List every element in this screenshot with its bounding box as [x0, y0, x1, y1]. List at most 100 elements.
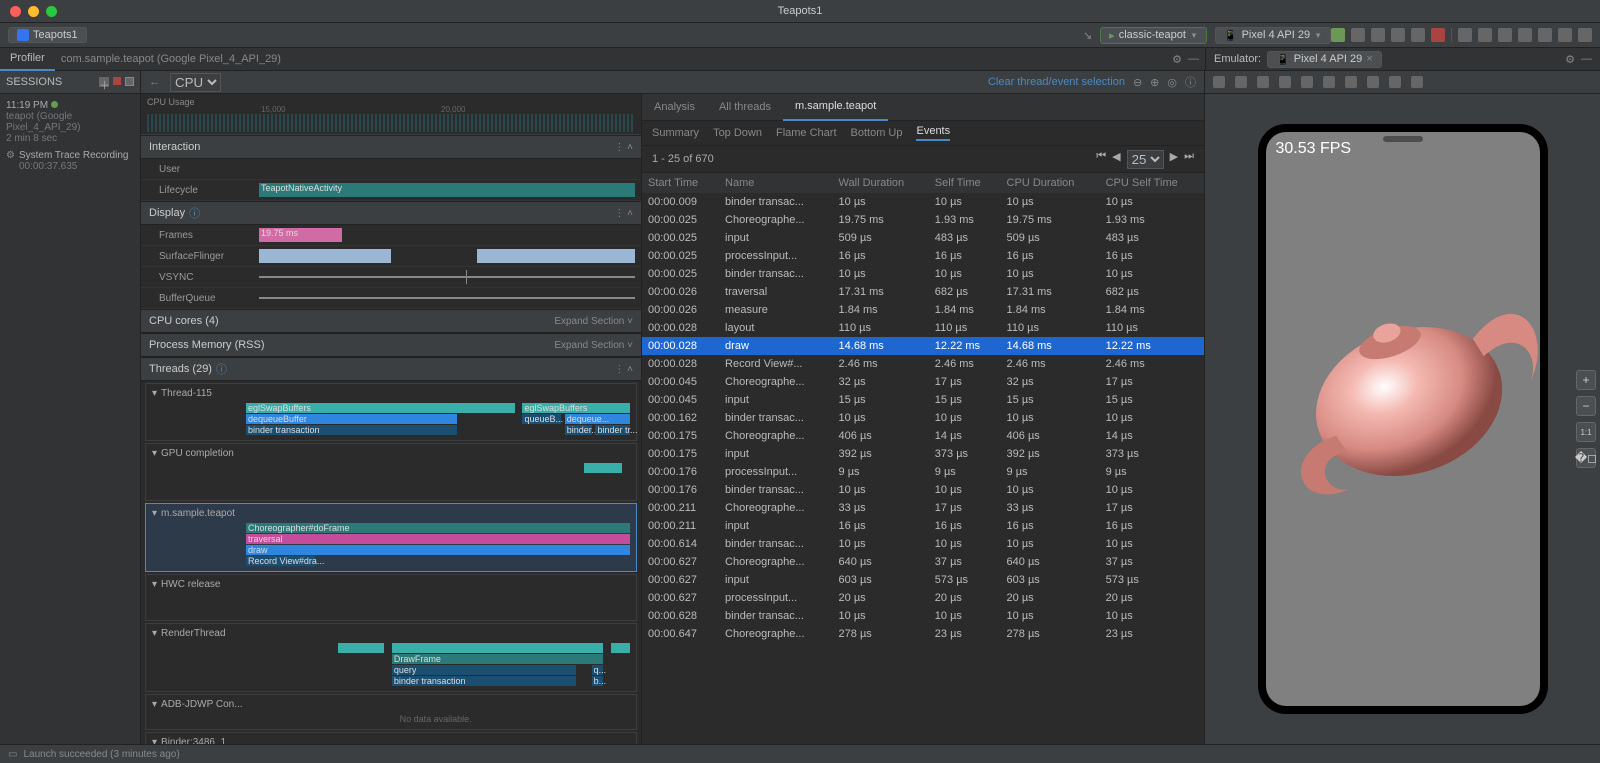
volume-down-icon[interactable]	[1257, 76, 1269, 88]
subtab-flame[interactable]: Flame Chart	[776, 127, 837, 139]
zoom-in-button[interactable]: +	[1576, 370, 1596, 390]
lane-surfaceflinger[interactable]: SurfaceFlinger	[141, 246, 641, 267]
sync-gradle-icon[interactable]	[1538, 28, 1552, 42]
interaction-header[interactable]: Interaction ⋮ ˄	[141, 135, 641, 159]
sdk-icon[interactable]	[1478, 28, 1492, 42]
window-controls[interactable]	[10, 6, 57, 17]
chevron-down-icon[interactable]: ▾	[152, 628, 157, 639]
event-row[interactable]: 00:00.025input509 µs483 µs509 µs483 µs	[642, 229, 1204, 247]
chevron-down-icon[interactable]: ▾	[152, 579, 157, 590]
close-icon[interactable]	[10, 6, 21, 17]
events-table[interactable]: Start TimeNameWall DurationSelf TimeCPU …	[642, 173, 1204, 744]
chevron-down-icon[interactable]: ▾	[152, 699, 157, 710]
cpu-cores-header[interactable]: CPU cores (4)Expand Section ˅	[141, 309, 641, 333]
zoom-out-button[interactable]: −	[1576, 396, 1596, 416]
col-header[interactable]: Name	[719, 173, 832, 193]
search-icon[interactable]	[1558, 28, 1572, 42]
lane-frames[interactable]: Frames19.75 ms	[141, 225, 641, 246]
chevron-down-icon[interactable]: ▾	[152, 737, 157, 745]
col-header[interactable]: CPU Duration	[1001, 173, 1100, 193]
zoom-out-icon[interactable]: ⊖	[1133, 76, 1142, 89]
tab-thread[interactable]: m.sample.teapot	[783, 93, 888, 121]
zoom-icon[interactable]	[46, 6, 57, 17]
profiler-tab[interactable]: Profiler	[0, 47, 55, 71]
settings-icon[interactable]	[1578, 28, 1592, 42]
threads-header[interactable]: Threads (29)ⓘ⋮ ˄	[141, 357, 641, 381]
event-row[interactable]: 00:00.025Choreographe...19.75 ms1.93 ms1…	[642, 211, 1204, 229]
event-row[interactable]: 00:00.028layout110 µs110 µs110 µs110 µs	[642, 319, 1204, 337]
back-nav-icon[interactable]	[1323, 76, 1335, 88]
chevron-down-icon[interactable]: ▾	[152, 388, 157, 399]
zoom-1-1-button[interactable]: 1:1	[1576, 422, 1596, 442]
proc-mem-header[interactable]: Process Memory (RSS)Expand Section ˅	[141, 333, 641, 357]
event-row[interactable]: 00:00.162binder transac...10 µs10 µs10 µ…	[642, 409, 1204, 427]
clear-selection-link[interactable]: Clear thread/event selection	[988, 76, 1125, 88]
zoom-in-icon[interactable]: ⊕	[1150, 76, 1159, 89]
rotate-left-icon[interactable]	[1279, 76, 1291, 88]
thread-block[interactable]: ▾Binder:3486_1 No data available.	[145, 732, 637, 744]
col-header[interactable]: CPU Self Time	[1100, 173, 1204, 193]
event-row[interactable]: 00:00.628binder transac...10 µs10 µs10 µ…	[642, 607, 1204, 625]
stop-icon[interactable]	[1431, 28, 1445, 42]
home-nav-icon[interactable]	[1345, 76, 1357, 88]
coverage-icon[interactable]	[1391, 28, 1405, 42]
info-icon[interactable]: ⓘ	[216, 361, 227, 377]
minimize-panel-icon[interactable]: —	[1581, 53, 1592, 65]
back-icon[interactable]: ←	[149, 76, 160, 88]
page-size-select[interactable]: 25	[1127, 150, 1164, 169]
minimize-icon[interactable]	[28, 6, 39, 17]
display-header[interactable]: Displayⓘ ⋮ ˄	[141, 201, 641, 225]
event-row[interactable]: 00:00.176processInput...9 µs9 µs9 µs9 µs	[642, 463, 1204, 481]
event-row[interactable]: 00:00.028Record View#...2.46 ms2.46 ms2.…	[642, 355, 1204, 373]
event-row[interactable]: 00:00.045Choreographe...32 µs17 µs32 µs1…	[642, 373, 1204, 391]
subtab-topdown[interactable]: Top Down	[713, 127, 762, 139]
thread-block[interactable]: ▾ADB-JDWP Con... No data available.	[145, 694, 637, 730]
event-row[interactable]: 00:00.614binder transac...10 µs10 µs10 µ…	[642, 535, 1204, 553]
zoom-fit-button[interactable]: �◻	[1576, 448, 1596, 468]
sync-icon[interactable]: ↘	[1083, 29, 1092, 42]
cpu-usage-lane[interactable]: CPU Usage 15,000 20,000	[141, 94, 641, 135]
event-row[interactable]: 00:00.647Choreographe...278 µs23 µs278 µ…	[642, 625, 1204, 643]
profiler-type-dropdown[interactable]: CPU	[170, 73, 221, 92]
add-session-icon[interactable]: ＋	[99, 77, 109, 87]
lane-user[interactable]: User	[141, 159, 641, 180]
rotate-right-icon[interactable]	[1301, 76, 1313, 88]
subtab-events[interactable]: Events	[916, 125, 950, 141]
event-row[interactable]: 00:00.025binder transac...10 µs10 µs10 µ…	[642, 265, 1204, 283]
emulator-device-tab[interactable]: 📱 Pixel 4 API 29 ×	[1267, 51, 1382, 68]
collapse-icon[interactable]: ⋮ ˄	[614, 208, 633, 219]
gear-icon[interactable]: ⚙	[6, 150, 15, 172]
profile-icon[interactable]	[1371, 28, 1385, 42]
event-row[interactable]: 00:00.211Choreographe...33 µs17 µs33 µs1…	[642, 499, 1204, 517]
more-icon[interactable]	[1411, 76, 1423, 88]
gear-icon[interactable]: ⚙	[1565, 53, 1575, 66]
attach-icon[interactable]	[1411, 28, 1425, 42]
lane-lifecycle[interactable]: LifecycleTeapotNativeActivity	[141, 180, 641, 201]
col-header[interactable]: Self Time	[929, 173, 1001, 193]
thread-block[interactable]: ▾RenderThread DrawFrame queryq... binder…	[145, 623, 637, 692]
page-first-icon[interactable]: ⏮	[1096, 150, 1106, 169]
session-entry[interactable]: 11:19 PM teapot (Google Pixel_4_API_29) …	[0, 94, 140, 178]
expand-link[interactable]: Expand Section	[554, 316, 624, 327]
project-tab[interactable]: Teapots1	[8, 27, 87, 43]
close-tab-icon[interactable]: ×	[1366, 53, 1372, 65]
help-icon[interactable]: ⓘ	[1185, 74, 1196, 90]
overview-nav-icon[interactable]	[1367, 76, 1379, 88]
thread-block-selected[interactable]: ▾m.sample.teapot Choreographer#doFrame t…	[145, 503, 637, 572]
lane-bufferqueue[interactable]: BufferQueue	[141, 288, 641, 309]
volume-up-icon[interactable]	[1235, 76, 1247, 88]
run-icon[interactable]	[1331, 28, 1345, 42]
stop-session-icon[interactable]	[113, 77, 121, 85]
page-next-icon[interactable]: ▶	[1170, 150, 1178, 169]
screenshot-icon[interactable]	[1389, 76, 1401, 88]
chevron-down-icon[interactable]: ▾	[152, 508, 157, 519]
tab-analysis[interactable]: Analysis	[642, 94, 707, 120]
event-row[interactable]: 00:00.175input392 µs373 µs392 µs373 µs	[642, 445, 1204, 463]
thread-block[interactable]: ▾Thread-115 eglSwapBufferseglSwapBuffers…	[145, 383, 637, 441]
event-row[interactable]: 00:00.026measure1.84 ms1.84 ms1.84 ms1.8…	[642, 301, 1204, 319]
event-row[interactable]: 00:00.627input603 µs573 µs603 µs573 µs	[642, 571, 1204, 589]
event-row[interactable]: 00:00.627processInput...20 µs20 µs20 µs2…	[642, 589, 1204, 607]
event-row[interactable]: 00:00.009binder transac...10 µs10 µs10 µ…	[642, 193, 1204, 211]
subtab-bottomup[interactable]: Bottom Up	[851, 127, 903, 139]
col-header[interactable]: Start Time	[642, 173, 719, 193]
